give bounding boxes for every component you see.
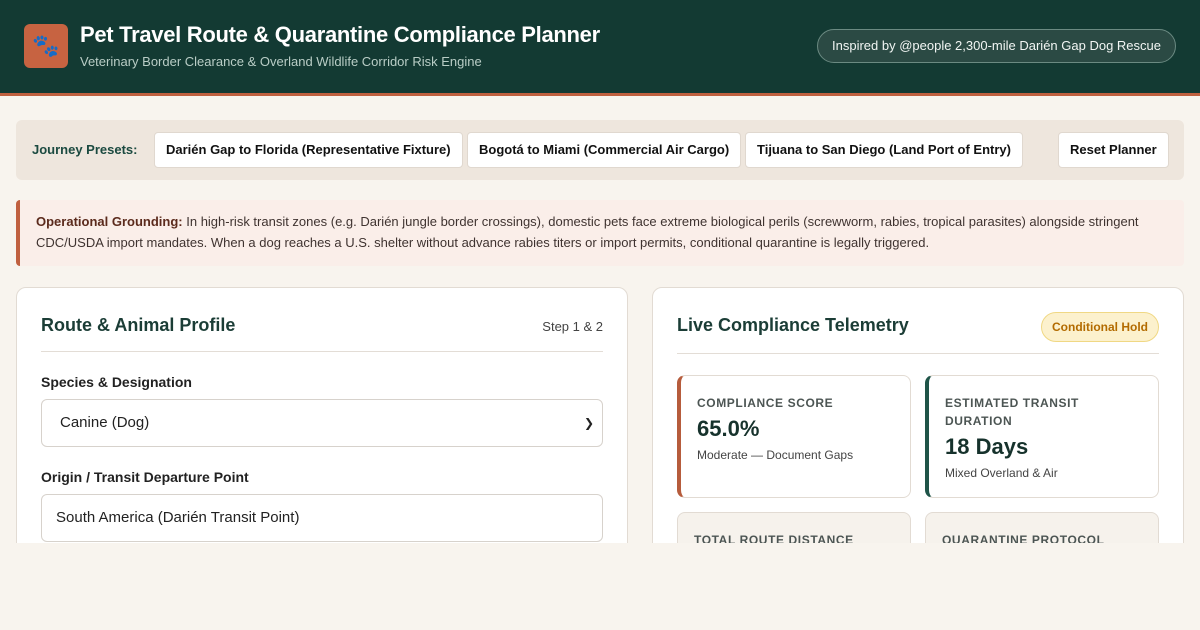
- viewport-bottom-area: [0, 543, 1200, 630]
- metric-label: Estimated Transit Duration: [945, 396, 1079, 428]
- preset-bogota-button[interactable]: Bogotá to Miami (Commercial Air Cargo): [467, 132, 742, 168]
- profile-divider: [41, 351, 603, 352]
- telemetry-card-title: Live Compliance Telemetry: [677, 315, 909, 335]
- compliance-score-metric: Compliance Score 65.0% Moderate — Docume…: [677, 375, 911, 498]
- journey-presets-bar: Journey Presets: Darién Gap to Florida (…: [16, 120, 1184, 180]
- operational-grounding-alert: Operational Grounding: In high-risk tran…: [16, 200, 1184, 266]
- telemetry-divider: [677, 353, 1159, 354]
- metric-sub: Moderate — Document Gaps: [697, 448, 854, 462]
- metric-value: 18 Days: [945, 434, 1029, 459]
- inspired-by-link[interactable]: Inspired by @people 2,300-mile Darién Ga…: [817, 29, 1176, 63]
- species-select[interactable]: Canine (Dog) ❯: [41, 399, 603, 447]
- status-badge: Conditional Hold: [1041, 312, 1159, 342]
- chevron-down-icon: ❯: [583, 416, 594, 430]
- metric-value: 65.0%: [697, 416, 760, 441]
- preset-tijuana-button[interactable]: Tijuana to San Diego (Land Port of Entry…: [745, 132, 1023, 168]
- origin-input[interactable]: South America (Darién Transit Point): [41, 494, 603, 542]
- preset-darien-button[interactable]: Darién Gap to Florida (Representative Fi…: [154, 132, 463, 168]
- profile-card-title: Route & Animal Profile: [41, 315, 236, 335]
- species-select-value: Canine (Dog): [60, 414, 150, 431]
- metric-sub: Mixed Overland & Air: [945, 466, 1058, 480]
- step-indicator: Step 1 & 2: [542, 319, 603, 334]
- route-animal-profile-card: Route & Animal Profile Step 1 & 2 Specie…: [16, 287, 628, 567]
- app-title: Pet Travel Route & Quarantine Compliance…: [80, 22, 600, 47]
- alert-heading: Operational Grounding:: [36, 214, 183, 229]
- species-label: Species & Designation: [41, 374, 192, 390]
- reset-planner-button[interactable]: Reset Planner: [1058, 132, 1169, 168]
- alert-body: In high-risk transit zones (e.g. Darién …: [36, 214, 1139, 250]
- paw-icon: 🐾: [24, 24, 68, 68]
- metric-label: Compliance Score: [697, 396, 834, 410]
- origin-label: Origin / Transit Departure Point: [41, 469, 249, 485]
- app-subtitle: Veterinary Border Clearance & Overland W…: [80, 54, 482, 69]
- app-header: 🐾 Pet Travel Route & Quarantine Complian…: [0, 0, 1200, 96]
- compliance-telemetry-card: Live Compliance Telemetry Conditional Ho…: [652, 287, 1184, 592]
- presets-label: Journey Presets:: [32, 142, 138, 157]
- transit-duration-metric: Estimated Transit Duration 18 Days Mixed…: [925, 375, 1159, 498]
